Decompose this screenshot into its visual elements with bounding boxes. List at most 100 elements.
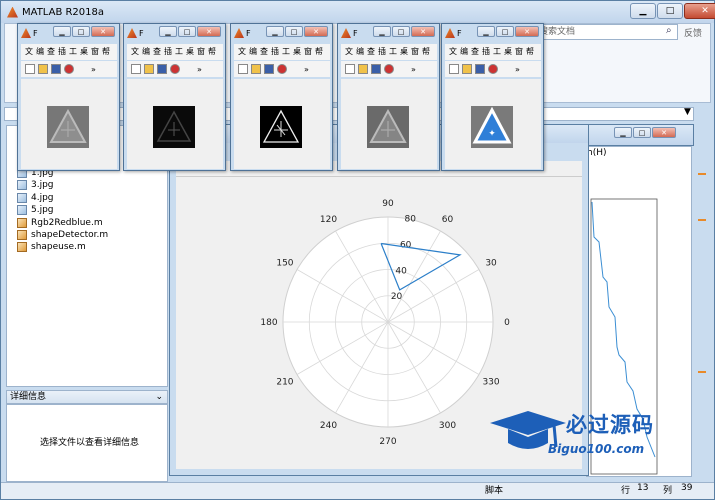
small-window-titlebar: F ▁ □ ✕ <box>231 24 332 42</box>
open-folder-icon[interactable] <box>144 64 154 74</box>
close-button[interactable]: ✕ <box>652 127 676 138</box>
angle-tick-label: 240 <box>320 421 337 431</box>
file-item[interactable]: shapeuse.m <box>17 241 86 253</box>
image-thumbnail <box>47 106 89 148</box>
small-window-toolbar: » <box>21 61 117 77</box>
minimize-button[interactable]: ▁ <box>159 26 177 37</box>
image-file-icon <box>17 205 27 216</box>
small-window-controls: ▁ □ ✕ <box>265 26 328 37</box>
small-window-controls: ▁ □ ✕ <box>476 26 539 37</box>
status-col-label: 列 <box>663 486 673 496</box>
angle-tick-label: 330 <box>482 378 499 388</box>
small-window-menu[interactable]: 文编查插工桌窗帮 <box>127 44 223 60</box>
brush-icon[interactable] <box>384 64 394 74</box>
open-folder-icon[interactable] <box>251 64 261 74</box>
save-icon[interactable] <box>264 64 274 74</box>
file-item[interactable]: 4.jpg <box>17 192 54 204</box>
small-window-title: F <box>139 28 144 38</box>
brush-icon[interactable] <box>277 64 287 74</box>
open-folder-icon[interactable] <box>38 64 48 74</box>
minimize-button[interactable]: ▁ <box>266 26 284 37</box>
small-window-menu[interactable]: 文编查插工桌窗帮 <box>445 44 541 60</box>
new-file-icon[interactable] <box>449 64 459 74</box>
brush-icon[interactable] <box>170 64 180 74</box>
close-button[interactable]: ✕ <box>684 3 715 19</box>
small-window-body <box>341 79 437 169</box>
small-figure-window: F ▁ □ ✕ 文编查插工桌窗帮 » <box>337 23 440 171</box>
new-file-icon[interactable] <box>131 64 141 74</box>
app-title: MATLAB R2018a <box>22 6 105 18</box>
file-item[interactable]: 3.jpg <box>17 179 54 191</box>
maximize-button[interactable]: □ <box>657 3 683 19</box>
radial-tick-label: 40 <box>395 266 407 276</box>
close-button[interactable]: ✕ <box>197 26 221 37</box>
small-window-title: F <box>353 28 358 38</box>
save-icon[interactable] <box>51 64 61 74</box>
search-icon[interactable]: ⌕ <box>666 25 672 36</box>
brush-icon[interactable] <box>488 64 498 74</box>
maximize-button[interactable]: □ <box>178 26 196 37</box>
minimize-button[interactable]: ▁ <box>373 26 391 37</box>
matlab-logo-icon <box>341 28 351 38</box>
watermark-url: Biguo100.com <box>548 442 645 456</box>
save-icon[interactable] <box>475 64 485 74</box>
details-header[interactable]: 详细信息 ⌄ <box>6 390 168 404</box>
angle-tick-label: 150 <box>276 259 293 269</box>
side-mark <box>698 219 706 221</box>
file-item[interactable]: shapeDetector.m <box>17 229 108 241</box>
save-icon[interactable] <box>157 64 167 74</box>
brush-icon[interactable] <box>64 64 74 74</box>
image-file-icon <box>17 180 27 191</box>
minimize-button[interactable]: ▁ <box>614 127 632 138</box>
save-icon[interactable] <box>371 64 381 74</box>
small-window-toolbar: » <box>127 61 223 77</box>
window-controls: ▁ □ ✕ <box>629 3 715 19</box>
small-window-menu[interactable]: 文编查插工桌窗帮 <box>21 44 117 60</box>
matlab-logo-icon <box>234 28 244 38</box>
matlab-window: MATLAB R2018a ▁ □ ✕ 搜索文档 ⌕ 反馈 ▼ 1.jpg 3.j… <box>0 0 715 500</box>
matlab-logo-icon <box>445 28 455 38</box>
file-item[interactable]: 5.jpg <box>17 204 54 216</box>
minimize-button[interactable]: ▁ <box>630 3 656 19</box>
new-file-icon[interactable] <box>25 64 35 74</box>
file-item[interactable]: Rgb2Redblue.m <box>17 217 103 229</box>
minimize-button[interactable]: ▁ <box>53 26 71 37</box>
maximize-button[interactable]: □ <box>72 26 90 37</box>
address-dropdown-icon[interactable]: ▼ <box>684 107 691 117</box>
feedback-button[interactable]: 反馈 <box>684 26 702 39</box>
small-figure-window: F ▁ □ ✕ 文编查插工桌窗帮 » <box>123 23 226 171</box>
new-file-icon[interactable] <box>238 64 248 74</box>
maximize-button[interactable]: □ <box>633 127 651 138</box>
small-window-menu[interactable]: 文编查插工桌窗帮 <box>341 44 437 60</box>
maximize-button[interactable]: □ <box>285 26 303 37</box>
small-window-titlebar: F ▁ □ ✕ <box>442 24 543 42</box>
more-tools-icon[interactable]: » <box>411 65 416 74</box>
radial-tick-label: 80 <box>405 215 417 225</box>
maximize-button[interactable]: □ <box>496 26 514 37</box>
more-tools-icon[interactable]: » <box>515 65 520 74</box>
more-tools-icon[interactable]: » <box>304 65 309 74</box>
minimize-button[interactable]: ▁ <box>477 26 495 37</box>
close-button[interactable]: ✕ <box>411 26 435 37</box>
image-thumbnail: ✦ <box>471 106 513 148</box>
small-window-controls: ▁ □ ✕ <box>52 26 115 37</box>
search-input[interactable]: 搜索文档 <box>528 24 678 40</box>
chevron-down-icon[interactable]: ⌄ <box>155 391 163 403</box>
radial-tick-label: 20 <box>391 292 403 302</box>
open-folder-icon[interactable] <box>462 64 472 74</box>
small-window-menu[interactable]: 文编查插工桌窗帮 <box>234 44 330 60</box>
small-window-titlebar: F ▁ □ ✕ <box>18 24 119 42</box>
new-file-icon[interactable] <box>345 64 355 74</box>
right-menu-fragment[interactable]: h(H) <box>587 148 607 158</box>
close-button[interactable]: ✕ <box>91 26 115 37</box>
maximize-button[interactable]: □ <box>392 26 410 37</box>
close-button[interactable]: ✕ <box>304 26 328 37</box>
open-folder-icon[interactable] <box>358 64 368 74</box>
angle-tick-label: 60 <box>442 215 454 225</box>
image-thumbnail <box>260 106 302 148</box>
file-name: shapeDetector.m <box>31 230 109 240</box>
svg-text:✦: ✦ <box>488 129 496 139</box>
more-tools-icon[interactable]: » <box>197 65 202 74</box>
close-button[interactable]: ✕ <box>515 26 539 37</box>
more-tools-icon[interactable]: » <box>91 65 96 74</box>
